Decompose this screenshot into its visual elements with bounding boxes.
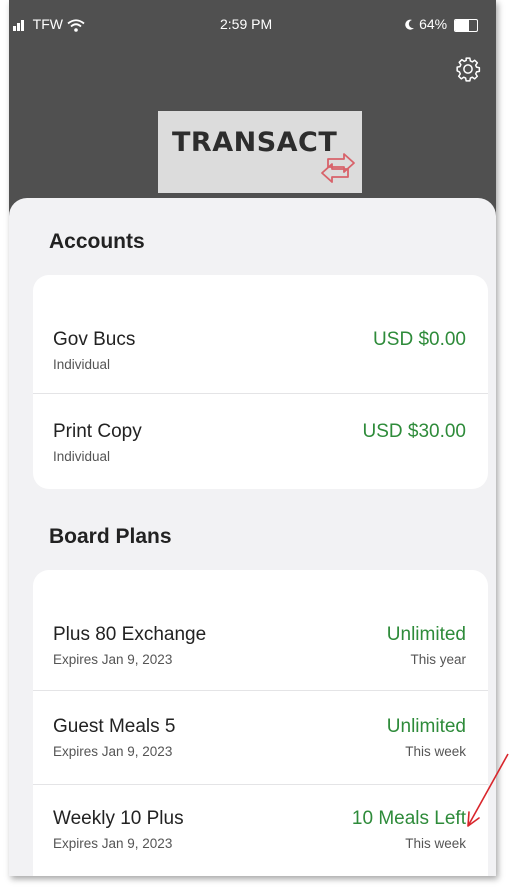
account-row-print-copy[interactable]: Print Copy Individual USD $30.00 [33,393,488,487]
logo-text: TRANSACT [172,127,338,158]
plan-expiry: Expires Jan 9, 2023 [53,836,173,851]
row-divider [33,690,488,691]
account-balance: USD $0.00 [373,329,466,350]
battery-icon [454,18,478,32]
signal-icon [13,20,24,32]
app-screen: TFW 2:59 PM 64% TRANSACT Accounts Gov Bu… [9,0,496,876]
plan-name: Weekly 10 Plus [53,808,184,829]
plan-period: This week [405,836,466,851]
carrier-indicator: TFW [13,16,85,32]
exchange-arrows-icon [321,153,355,183]
accounts-card: Gov Bucs Individual USD $0.00 Print Copy… [33,275,488,489]
plan-expiry: Expires Jan 9, 2023 [53,652,173,667]
battery-indicator: 64% [405,16,478,32]
account-type: Individual [53,357,111,372]
plan-row-plus-80-exchange[interactable]: Plus 80 Exchange Expires Jan 9, 2023 Unl… [33,596,488,690]
app-header: TFW 2:59 PM 64% TRANSACT [9,0,496,230]
battery-level-fill [455,19,470,31]
moon-icon [405,19,415,30]
plan-period: This year [410,652,466,667]
plan-name: Guest Meals 5 [53,716,176,737]
carrier-name: TFW [32,16,63,32]
plan-row-guest-meals-5[interactable]: Guest Meals 5 Expires Jan 9, 2023 Unlimi… [33,690,488,784]
wifi-icon [67,19,85,32]
plan-remaining: Unlimited [386,716,466,737]
account-name: Print Copy [53,421,142,442]
plan-remaining: 10 Meals Left [351,808,466,829]
row-divider [33,784,488,785]
row-divider [33,393,488,394]
transact-logo: TRANSACT [158,111,362,193]
account-row-gov-bucs[interactable]: Gov Bucs Individual USD $0.00 [33,299,488,393]
board-plans-card: Plus 80 Exchange Expires Jan 9, 2023 Unl… [33,570,488,876]
account-type: Individual [53,449,111,464]
board-plans-title: Board Plans [49,525,172,548]
status-time: 2:59 PM [220,16,273,32]
content-sheet: Accounts Gov Bucs Individual USD $0.00 P… [9,198,496,876]
gear-icon[interactable] [455,56,481,82]
plan-name: Plus 80 Exchange [53,624,207,645]
status-bar: TFW 2:59 PM 64% [9,0,496,38]
plan-remaining: Unlimited [386,624,466,645]
account-name: Gov Bucs [53,329,136,350]
accounts-title: Accounts [49,230,145,253]
account-balance: USD $30.00 [362,421,466,442]
plan-row-weekly-10-plus[interactable]: Weekly 10 Plus Expires Jan 9, 2023 10 Me… [33,784,488,876]
battery-percent: 64% [419,16,448,32]
plan-expiry: Expires Jan 9, 2023 [53,744,173,759]
annotation-arrow [467,753,509,827]
